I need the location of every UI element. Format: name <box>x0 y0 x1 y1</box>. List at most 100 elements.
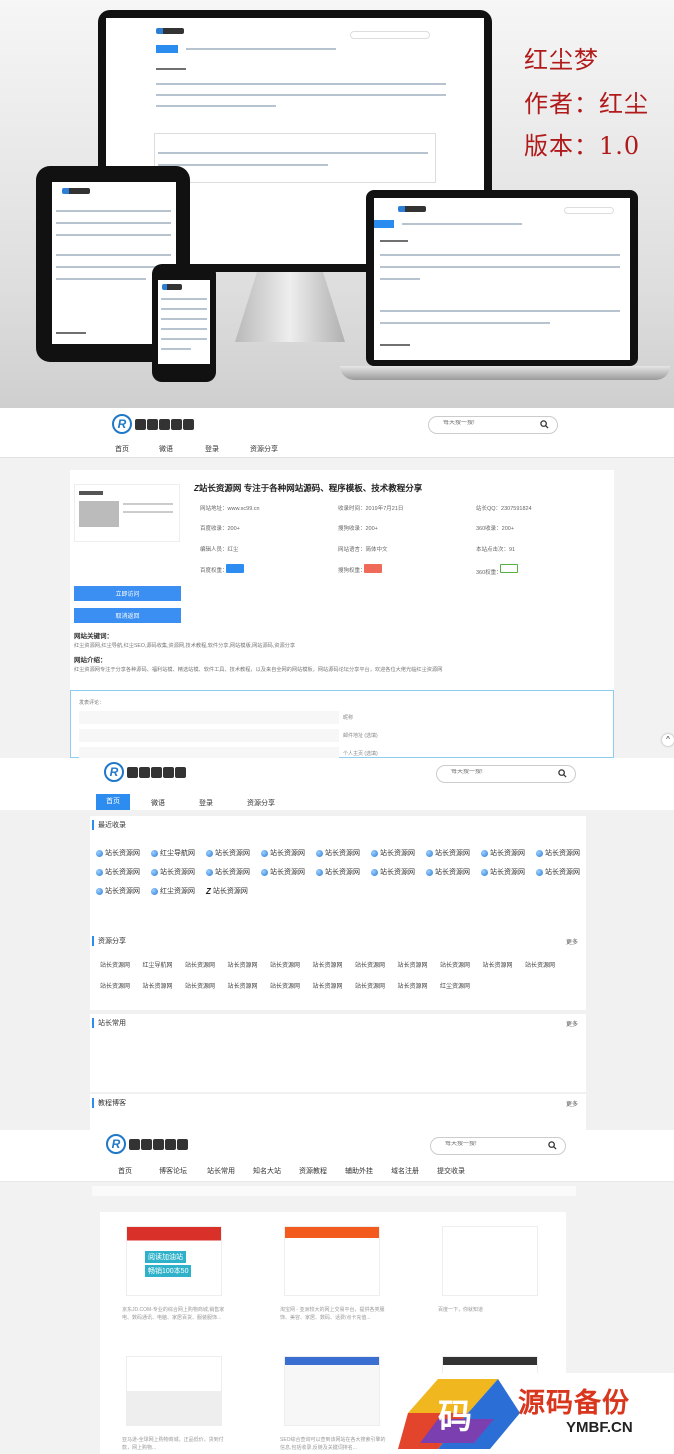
recent-site-link[interactable]: 站长资源网 <box>151 867 195 877</box>
blog-more-link[interactable]: 更多 <box>566 1099 578 1108</box>
blog-card-thumbnail[interactable] <box>284 1356 380 1426</box>
share-link[interactable]: 站长资源网 <box>228 960 258 969</box>
recent-site-link[interactable]: 站长资源网 <box>536 848 580 858</box>
recent-site-link[interactable]: 站长资源网 <box>96 867 140 877</box>
share-link[interactable]: 站长资源网 <box>270 981 300 990</box>
recent-site-link[interactable]: 站长资源网 <box>536 867 580 877</box>
blog-nav-item[interactable]: 域名注册 <box>384 1166 426 1176</box>
share-more-link[interactable]: 更多 <box>566 937 578 946</box>
blog-nav-item[interactable]: 资源教程 <box>292 1166 334 1176</box>
recent-site-link[interactable]: 站长资源网 <box>371 867 415 877</box>
recent-site-link[interactable]: 站长资源网 <box>481 867 525 877</box>
share-link[interactable]: 站长资源网 <box>143 981 173 990</box>
share-link[interactable]: 站长资源网 <box>100 960 130 969</box>
site-logo[interactable]: R <box>112 414 194 434</box>
recent-site-link[interactable]: 红尘资源网 <box>151 886 195 896</box>
blog-card-caption: 淘宝网 - 亚洲较大的网上交易平台，提供各类服饰、美容、家居、数码、话费/点卡充… <box>280 1307 385 1321</box>
site-info-card: Z站长资源网 专注于各种网站源码、程序模板、技术教程分享 网站地址：www.sc… <box>70 470 614 690</box>
share-link[interactable]: 站长资源网 <box>355 960 385 969</box>
blog-nav-item[interactable]: 博客论坛 <box>152 1166 194 1176</box>
recent-site-link[interactable]: 站长资源网 <box>96 886 140 896</box>
share-link[interactable]: 站长资源网 <box>355 981 385 990</box>
blog-nav-item[interactable]: 站长常用 <box>200 1166 242 1176</box>
share-link[interactable]: 站长资源网 <box>483 960 513 969</box>
blog-nav-item[interactable]: 知名大站 <box>246 1166 288 1176</box>
blog-card-thumbnail[interactable] <box>284 1226 380 1296</box>
share-link[interactable]: 站长资源网 <box>185 981 215 990</box>
blog-card-caption: SEO综合查询可以查到该网站在各大搜索引擎的信息,包括收录,反链及关键词排名..… <box>280 1437 386 1451</box>
homepage-input[interactable] <box>79 747 339 758</box>
search-input[interactable] <box>451 769 541 775</box>
recent-site-link[interactable]: 站长资源网 <box>261 867 305 877</box>
cancel-button[interactable]: 取消返回 <box>74 608 181 623</box>
recent-site-link[interactable]: 站长资源网 <box>206 848 250 858</box>
nickname-input[interactable] <box>79 711 339 724</box>
share-link[interactable]: 红尘导航网 <box>143 960 173 969</box>
share-link[interactable]: 站长资源网 <box>398 960 428 969</box>
devices-mockup-panel: 红尘梦 作者：红尘 版本：1.0 <box>0 0 674 408</box>
share-section: 资源分享 更多 站长资源网 红尘导航网 站长资源网 站长资源网 站长资源网 站长资源网 站长… <box>90 932 586 1010</box>
share-title: 资源分享 <box>92 936 126 946</box>
intro-label: 网站介绍： <box>74 657 107 664</box>
nav-login[interactable]: 登录 <box>192 798 220 808</box>
visit-button[interactable]: 立即访问 <box>74 586 181 601</box>
share-link[interactable]: 站长资源网 <box>313 981 343 990</box>
nav-weiyu[interactable]: 微语 <box>152 444 180 454</box>
site-logo[interactable]: R <box>104 762 186 782</box>
recent-site-name: 站长资源网 <box>215 850 250 857</box>
logo-r-icon: R <box>112 414 132 434</box>
email-input[interactable] <box>79 729 339 742</box>
tools-more-link[interactable]: 更多 <box>566 1019 578 1028</box>
recent-site-link[interactable]: 红尘导航网 <box>151 848 195 858</box>
recent-site-link[interactable]: 站长资源网 <box>261 848 305 858</box>
recent-site-link[interactable]: Z 站长资源网 <box>206 886 248 896</box>
blog-nav-item[interactable]: 辅助外挂 <box>338 1166 380 1176</box>
search-input[interactable] <box>443 420 533 426</box>
recent-site-link[interactable]: 站长资源网 <box>426 867 470 877</box>
logo-r-icon: R <box>106 1134 126 1154</box>
nav-home[interactable]: 首页 <box>96 794 130 810</box>
share-link[interactable]: 站长资源网 <box>398 981 428 990</box>
logo-r-icon: R <box>104 762 124 782</box>
blog-nav-item[interactable]: 提交收录 <box>430 1166 472 1176</box>
share-link[interactable]: 站长资源网 <box>525 960 555 969</box>
share-link[interactable]: 站长资源网 <box>440 960 470 969</box>
nav-home[interactable]: 首页 <box>108 444 136 454</box>
globe-icon <box>371 849 378 857</box>
blog-card-thumbnail[interactable]: 阅读加油站 畅销100本50 <box>126 1226 222 1296</box>
blog-card-thumbnail[interactable] <box>442 1226 538 1296</box>
nickname-label: 昵称 <box>343 715 354 721</box>
nav-weiyu[interactable]: 微语 <box>144 798 172 808</box>
recent-site-link[interactable]: 站长资源网 <box>371 848 415 858</box>
keywords-text: 红尘资源网,红尘导航,红尘SEO,源码收集,资源网,技术教程,软件分享,网站模版… <box>74 643 296 649</box>
blog-card-thumbnail[interactable] <box>126 1356 222 1426</box>
field-baidu-weight: 百度权重： <box>200 568 228 574</box>
intro-text: 红尘资源网专注于分享各种源码、福利站模、精选站模、软件工具、技术教程，以及来自全… <box>74 667 443 673</box>
site-logo[interactable]: R <box>106 1134 188 1154</box>
globe-icon <box>96 849 103 857</box>
nav-resource-share[interactable]: 资源分享 <box>244 444 284 454</box>
blog-nav-item[interactable]: 首页 <box>104 1166 146 1176</box>
recent-site-link[interactable]: 站长资源网 <box>316 848 360 858</box>
recent-site-link[interactable]: 站长资源网 <box>206 867 250 877</box>
share-link[interactable]: 站长资源网 <box>185 960 215 969</box>
share-link[interactable]: 红尘资源网 <box>440 981 470 990</box>
search-input[interactable] <box>445 1141 535 1147</box>
site-detail-panel: R 首页 微语 登录 资源分享 Z站长资源网 专注于各种网站源码、程序模板、技术… <box>0 408 674 758</box>
search-icon[interactable] <box>548 1141 557 1150</box>
promo-version: 版本：1.0 <box>524 132 641 160</box>
recent-site-link[interactable]: 站长资源网 <box>96 848 140 858</box>
share-link[interactable]: 站长资源网 <box>100 981 130 990</box>
recent-site-link[interactable]: 站长资源网 <box>316 867 360 877</box>
nav-resource-share[interactable]: 资源分享 <box>240 798 282 808</box>
field-360-index: 360收录：200+ <box>476 526 515 532</box>
recent-site-link[interactable]: 站长资源网 <box>426 848 470 858</box>
nav-login[interactable]: 登录 <box>198 444 226 454</box>
scroll-top-button[interactable]: ^ <box>662 734 674 746</box>
recent-site-link[interactable]: 站长资源网 <box>481 848 525 858</box>
share-link[interactable]: 站长资源网 <box>228 981 258 990</box>
share-link[interactable]: 站长资源网 <box>270 960 300 969</box>
search-icon[interactable] <box>558 769 567 778</box>
share-link[interactable]: 站长资源网 <box>313 960 343 969</box>
search-icon[interactable] <box>540 420 549 429</box>
